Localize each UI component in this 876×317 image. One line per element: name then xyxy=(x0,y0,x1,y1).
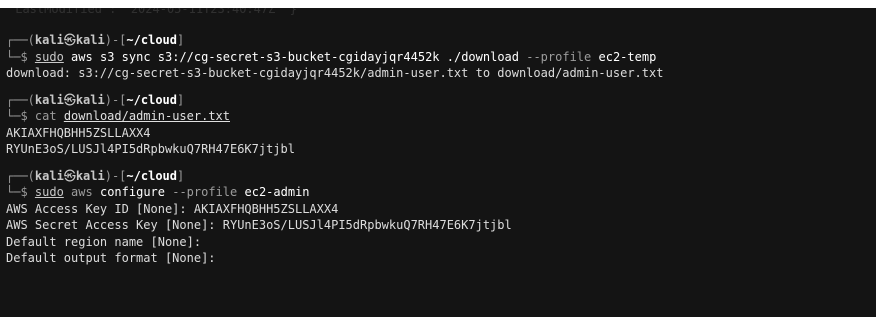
command-flag: --profile xyxy=(172,185,238,199)
prompt-host: kali xyxy=(75,33,105,47)
prompt-line-1: ┌──(kali㉿kali)-[~/cloud] xyxy=(6,32,872,49)
prompt-line-3: ┌──(kali㉿kali)-[~/cloud] xyxy=(6,168,872,185)
command-line-3[interactable]: └─$ sudo aws configure --profile ec2-adm… xyxy=(6,184,872,201)
command-args: s3 sync s3://cg-secret-s3-bucket-cgidayj… xyxy=(99,49,519,64)
prompt-host: kali xyxy=(75,168,105,183)
prompt-frame: ┌──( xyxy=(6,168,35,183)
command-file-arg: download/admin-user.txt xyxy=(63,109,230,123)
prompt-frame: ] xyxy=(177,168,185,183)
prompt-frame: ┌──( xyxy=(6,33,35,47)
ghost-text-overlay: "LastModified": "2024-05-11T23:40:47Z" } xyxy=(8,8,868,16)
command-flag-value: ec2-admin xyxy=(244,185,310,199)
prompt-user: kali xyxy=(34,92,64,107)
prompt-frame: )-[ xyxy=(104,33,127,47)
output-line: Default region name [None]: xyxy=(6,234,202,249)
prompt-at-symbol: ㉿ xyxy=(63,168,76,183)
prompt-symbol: └─$ xyxy=(6,109,35,123)
prompt-symbol: └─$ xyxy=(6,185,35,199)
prompt-frame: ┌──( xyxy=(6,92,35,107)
prompt-at-symbol: ㉿ xyxy=(63,33,76,47)
output-line: AWS Access Key ID [None]: AKIAXFHQBHH5ZS… xyxy=(6,201,339,216)
command-line-1[interactable]: └─$ sudo aws s3 sync s3://cg-secret-s3-b… xyxy=(6,49,872,66)
prompt-path: ~/cloud xyxy=(126,168,177,183)
prompt-frame: )-[ xyxy=(104,168,127,183)
prompt-user: kali xyxy=(34,33,64,47)
command-line-2[interactable]: └─$ cat download/admin-user.txt xyxy=(6,108,872,125)
ghost-line: "LastModified": "2024-05-11T23:40:47Z" } xyxy=(8,8,297,16)
output-line: AWS Secret Access Key [None]: RYUnE3oS/L… xyxy=(6,218,512,232)
screenshot-page: "LastModified": "2024-05-11T23:40:47Z" }… xyxy=(0,0,876,317)
command-program: aws xyxy=(71,49,93,64)
command-sudo: sudo xyxy=(34,49,64,64)
command-flag: --profile xyxy=(526,49,592,64)
prompt-frame: ] xyxy=(177,92,185,107)
output-line: RYUnE3oS/LUSJl4PI5dRpbwkuQ7RH47E6K7jtjbl xyxy=(6,142,295,156)
prompt-at-symbol: ㉿ xyxy=(63,92,76,107)
terminal-window[interactable]: "LastModified": "2024-05-11T23:40:47Z" }… xyxy=(0,8,876,317)
command-program: aws xyxy=(71,185,93,199)
command-flag-value: ec2-temp xyxy=(598,49,657,64)
prompt-path: ~/cloud xyxy=(126,33,177,47)
prompt-line-2: ┌──(kali㉿kali)-[~/cloud] xyxy=(6,92,872,109)
prompt-frame: ] xyxy=(177,33,185,47)
prompt-host: kali xyxy=(75,92,105,107)
prompt-frame: )-[ xyxy=(104,92,127,107)
prompt-symbol: └─$ xyxy=(6,49,35,64)
terminal-content: ┌──(kali㉿kali)-[~/cloud] └─$ sudo aws s3… xyxy=(6,32,872,267)
output-line: Default output format [None]: xyxy=(6,251,216,265)
prompt-user: kali xyxy=(34,168,64,183)
command-program: cat xyxy=(34,109,57,123)
command-args: configure xyxy=(99,185,165,199)
output-line: download: s3://cg-secret-s3-bucket-cgida… xyxy=(6,66,664,80)
output-line: AKIAXFHQBHH5ZSLLAXX4 xyxy=(6,125,151,140)
prompt-path: ~/cloud xyxy=(126,92,177,107)
command-sudo: sudo xyxy=(34,185,64,199)
